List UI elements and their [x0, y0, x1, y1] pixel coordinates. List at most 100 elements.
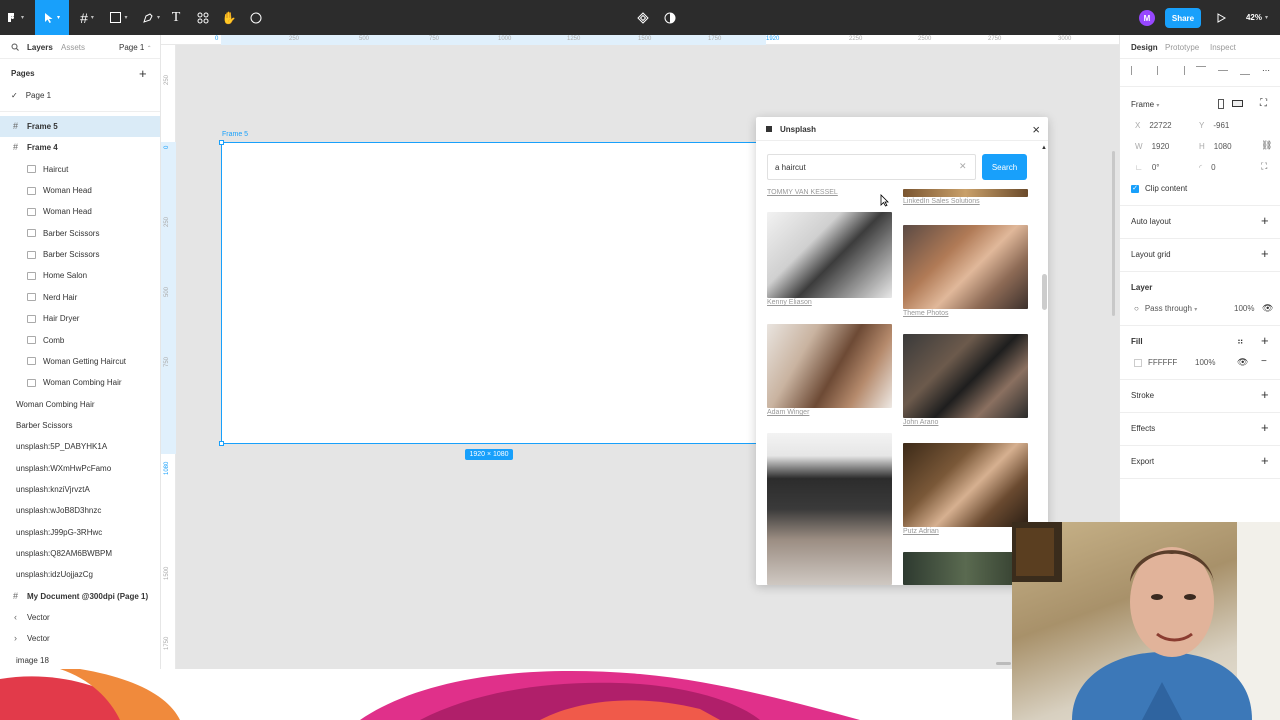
- rotation-field[interactable]: ∟ 0°: [1135, 163, 1160, 172]
- photo-thumbnail[interactable]: [767, 433, 892, 585]
- align-center-horizontal-icon[interactable]: [1153, 66, 1158, 75]
- photo-thumbnail[interactable]: [903, 443, 1028, 527]
- plugin-scrollbar[interactable]: ▲: [1040, 145, 1048, 585]
- theme-toggle-button[interactable]: [660, 0, 680, 35]
- fill-color-field[interactable]: FFFFFF: [1134, 358, 1177, 367]
- fill-swatch[interactable]: [1134, 358, 1142, 367]
- layer-row[interactable]: Woman Combing Hair: [0, 372, 160, 393]
- hand-tool-button[interactable]: ✋: [219, 0, 239, 35]
- tab-design[interactable]: Design: [1131, 43, 1158, 52]
- photo-thumbnail[interactable]: [903, 225, 1028, 309]
- eye-icon[interactable]: 👁: [1237, 357, 1248, 368]
- layer-row[interactable]: Woman Combing Hair: [0, 394, 160, 415]
- layer-row[interactable]: Nerd Hair: [0, 287, 160, 308]
- remove-fill-icon[interactable]: −: [1261, 356, 1267, 367]
- blend-mode-selector[interactable]: ○ Pass through ▾: [1134, 304, 1197, 313]
- share-button[interactable]: Share: [1165, 8, 1201, 28]
- layer-row[interactable]: › Vector: [0, 628, 160, 649]
- resize-handle[interactable]: [219, 441, 224, 446]
- text-tool-button[interactable]: T: [166, 0, 186, 35]
- align-top-icon[interactable]: [1196, 66, 1206, 75]
- layer-row[interactable]: unsplash:5P_DABYHK1A: [0, 436, 160, 457]
- layer-row[interactable]: unsplash:knziVjrvztA: [0, 479, 160, 500]
- tab-inspect[interactable]: Inspect: [1210, 43, 1236, 52]
- layer-row[interactable]: Barber Scissors: [0, 415, 160, 436]
- scrollbar-thumb[interactable]: [1042, 274, 1047, 310]
- avatar[interactable]: M: [1139, 10, 1155, 26]
- tab-assets[interactable]: Assets: [61, 43, 85, 52]
- layer-row[interactable]: Woman Getting Haircut: [0, 351, 160, 372]
- layer-row[interactable]: unsplash:WXmHwPcFamo: [0, 458, 160, 479]
- align-bottom-icon[interactable]: [1240, 66, 1250, 75]
- photo-credit[interactable]: Adam Winger: [767, 409, 892, 416]
- shape-tool-button[interactable]: ▾: [104, 0, 134, 35]
- width-field[interactable]: W 1920: [1135, 142, 1169, 151]
- pen-tool-button[interactable]: ▾: [136, 0, 166, 35]
- horizontal-scrollbar[interactable]: [996, 662, 1011, 665]
- resources-button[interactable]: [193, 0, 213, 35]
- present-button[interactable]: [1212, 0, 1230, 35]
- layer-row[interactable]: unsplash:idzUojjazCg: [0, 564, 160, 585]
- add-layout-grid-icon[interactable]: +: [1261, 247, 1269, 260]
- distribute-icon[interactable]: ⋯: [1262, 66, 1272, 75]
- search-icon[interactable]: [11, 43, 19, 53]
- photo-result[interactable]: [767, 433, 892, 585]
- align-left-icon[interactable]: [1131, 66, 1141, 75]
- photo-credit[interactable]: John Arano: [903, 419, 1028, 426]
- layer-row[interactable]: Haircut: [0, 159, 160, 180]
- photo-result[interactable]: [903, 552, 1028, 585]
- frame-type-selector[interactable]: Frame ▾: [1131, 100, 1159, 109]
- layer-row[interactable]: # Frame 4: [0, 137, 160, 158]
- layer-row[interactable]: unsplash:J99pG-3RHwc: [0, 522, 160, 543]
- vertical-scrollbar[interactable]: [1112, 151, 1115, 316]
- layer-row[interactable]: Hair Dryer: [0, 308, 160, 329]
- add-export-icon[interactable]: +: [1261, 454, 1269, 467]
- photo-result[interactable]: LinkedIn Sales Solutions: [903, 189, 1028, 205]
- page-item[interactable]: ✓ Page 1: [0, 87, 160, 103]
- photo-thumbnail[interactable]: [903, 334, 1028, 418]
- photo-thumbnail[interactable]: [767, 324, 892, 408]
- photo-credit[interactable]: Putz Adrian: [903, 528, 1028, 535]
- layer-row[interactable]: image 18: [0, 650, 160, 669]
- add-stroke-icon[interactable]: +: [1261, 388, 1269, 401]
- close-icon[interactable]: ×: [1032, 122, 1040, 137]
- landscape-icon[interactable]: [1232, 100, 1243, 107]
- photo-thumbnail[interactable]: [903, 189, 1028, 197]
- add-page-icon[interactable]: +: [139, 67, 147, 80]
- align-right-icon[interactable]: [1175, 66, 1185, 75]
- components-button[interactable]: [633, 0, 653, 35]
- tab-layers[interactable]: Layers: [27, 43, 53, 52]
- layer-row[interactable]: Home Salon: [0, 265, 160, 286]
- independent-corners-icon[interactable]: ⛶: [1261, 161, 1267, 172]
- clear-search-icon[interactable]: ✕: [959, 161, 967, 172]
- add-fill-icon[interactable]: +: [1261, 334, 1269, 347]
- resize-to-fit-icon[interactable]: ⛶: [1260, 98, 1267, 109]
- search-input[interactable]: [767, 154, 976, 180]
- portrait-icon[interactable]: [1218, 99, 1224, 109]
- photo-result[interactable]: John Arano: [903, 334, 1028, 426]
- frame-name-label[interactable]: Frame 5: [222, 131, 248, 138]
- move-tool-button[interactable]: ▾: [35, 0, 69, 35]
- frame-tool-button[interactable]: # ▾: [72, 0, 102, 35]
- style-grid-icon[interactable]: ⠶: [1237, 336, 1244, 347]
- photo-result[interactable]: Theme Photos: [903, 225, 1028, 317]
- photo-result[interactable]: Adam Winger: [767, 324, 892, 416]
- x-field[interactable]: X 22722: [1135, 121, 1172, 130]
- layer-row[interactable]: Barber Scissors: [0, 244, 160, 265]
- constrain-proportions-icon[interactable]: ⛓: [1261, 140, 1272, 151]
- layer-row[interactable]: unsplash:Q82AM6BWBPM: [0, 543, 160, 564]
- layer-row[interactable]: # Frame 5: [0, 116, 160, 137]
- photo-result[interactable]: TOMMY VAN KESSEL: [767, 189, 892, 196]
- fill-opacity-value[interactable]: 100%: [1195, 358, 1215, 367]
- layer-row[interactable]: Woman Head: [0, 201, 160, 222]
- resize-handle[interactable]: [219, 140, 224, 145]
- clip-content-checkbox[interactable]: ✓ Clip content: [1131, 184, 1187, 193]
- photo-result[interactable]: Kenny Eliason: [767, 212, 892, 306]
- photo-credit[interactable]: TOMMY VAN KESSEL: [767, 189, 892, 196]
- layer-row[interactable]: ‹ Vector: [0, 607, 160, 628]
- layer-row[interactable]: Comb: [0, 330, 160, 351]
- add-effect-icon[interactable]: +: [1261, 421, 1269, 434]
- scroll-up-arrow-icon[interactable]: ▲: [1041, 145, 1047, 151]
- layer-row[interactable]: unsplash:wJoB8D3hnzc: [0, 500, 160, 521]
- eye-icon[interactable]: 👁: [1262, 303, 1273, 314]
